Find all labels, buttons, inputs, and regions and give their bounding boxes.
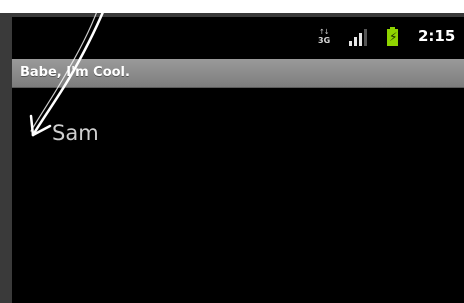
screenshot-frame: ↑↓ 3G ⚡ 2:15 Babe, I'm Cool. Sam [0, 0, 464, 303]
status-clock: 2:15 [418, 27, 456, 45]
network-3g-icon: ↑↓ 3G [318, 28, 332, 46]
signal-strength-icon [349, 29, 369, 46]
data-activity-arrows: ↑↓ [319, 28, 330, 36]
app-title: Babe, I'm Cool. [20, 65, 130, 80]
title-bar: Babe, I'm Cool. [12, 59, 464, 88]
list-item-label: Sam [52, 121, 99, 145]
device-screen: ↑↓ 3G ⚡ 2:15 Babe, I'm Cool. Sam [12, 17, 464, 303]
status-bar: ↑↓ 3G ⚡ 2:15 [12, 17, 464, 55]
list-item[interactable]: Sam [12, 115, 464, 155]
battery-charging-icon: ⚡ [387, 27, 398, 46]
network-type-label: 3G [318, 36, 331, 45]
